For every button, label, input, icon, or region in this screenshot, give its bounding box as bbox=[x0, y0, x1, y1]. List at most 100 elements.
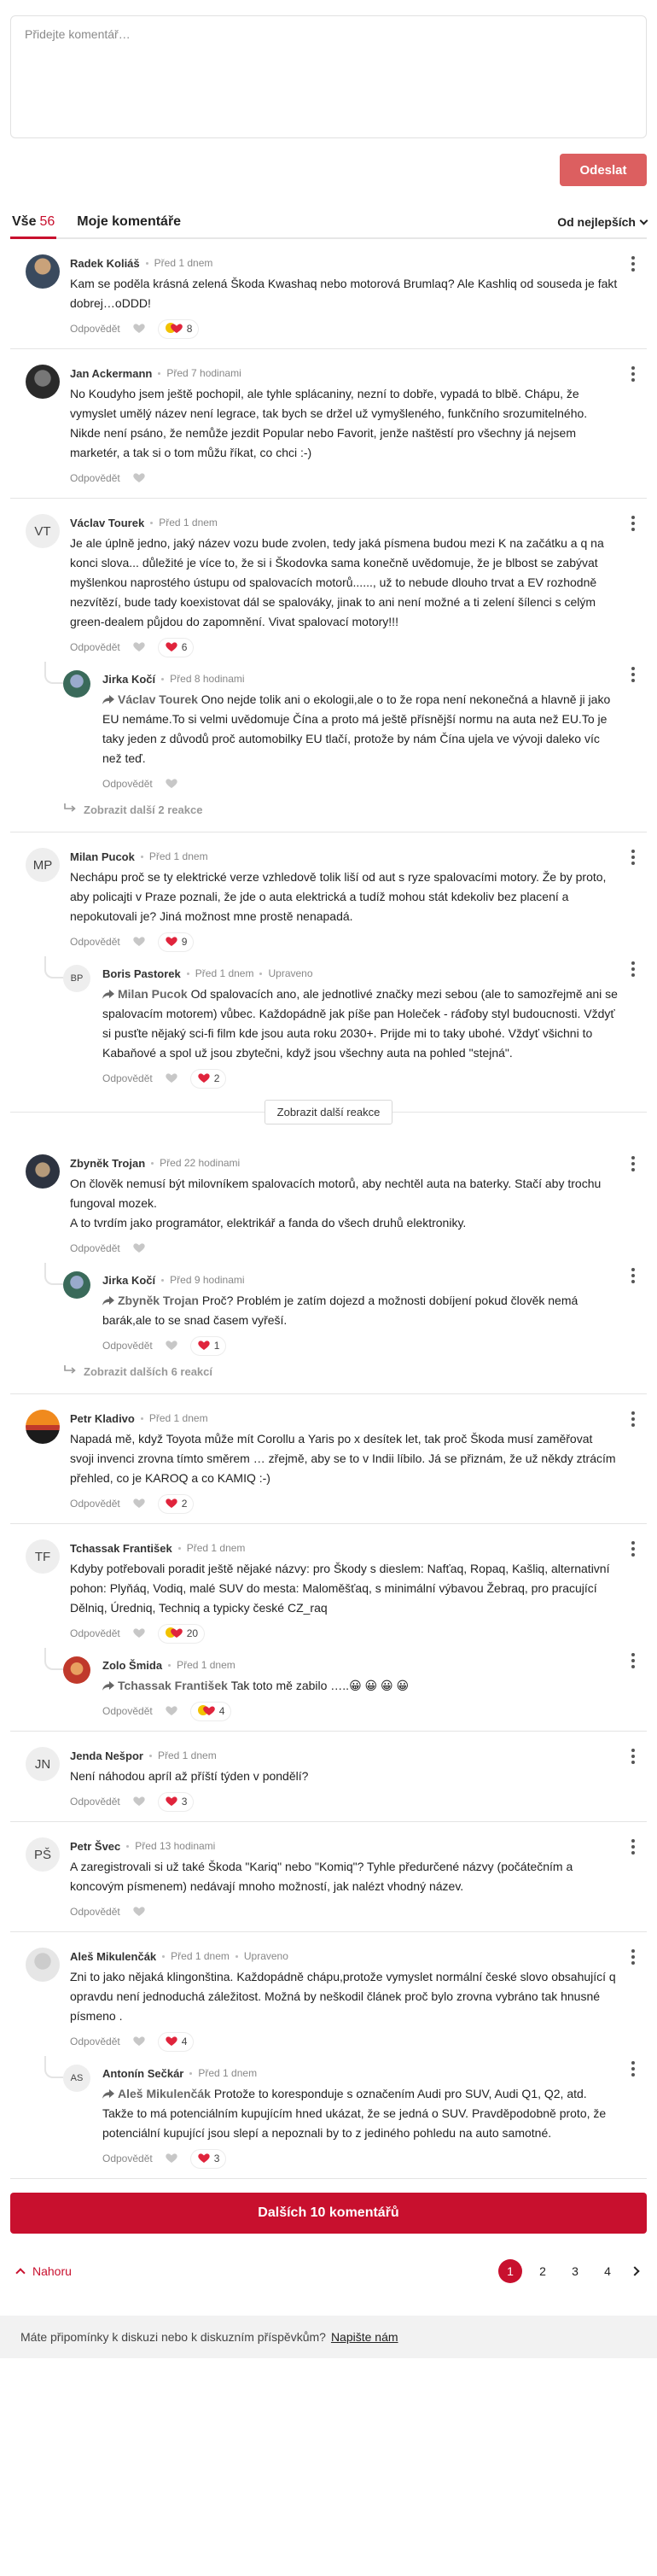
reply-link[interactable]: Odpovědět bbox=[70, 1906, 120, 1918]
avatar[interactable] bbox=[26, 365, 60, 399]
reply-link[interactable]: Odpovědět bbox=[102, 1072, 153, 1084]
reply-link[interactable]: Odpovědět bbox=[70, 641, 120, 653]
show-more-replies[interactable]: Zobrazit dalších 6 reakcí bbox=[63, 1365, 647, 1378]
reply-link[interactable]: Odpovědět bbox=[70, 472, 120, 484]
reaction-badge[interactable]: 20 bbox=[157, 1623, 206, 1644]
comment-composer[interactable] bbox=[10, 15, 647, 138]
more-options-icon[interactable] bbox=[631, 2061, 635, 2077]
reaction-badge[interactable]: 4 bbox=[157, 2031, 195, 2052]
reply-mention[interactable]: Zbyněk Trojan bbox=[102, 1294, 199, 1307]
like-icon[interactable] bbox=[165, 1071, 178, 1087]
reply-link[interactable]: Odpovědět bbox=[70, 323, 120, 335]
reaction-badge[interactable]: 8 bbox=[157, 318, 200, 339]
comment-author[interactable]: Jan Ackermann bbox=[70, 367, 152, 380]
comment-author[interactable]: Petr Švec bbox=[70, 1840, 120, 1853]
reply-mention[interactable]: Václav Tourek bbox=[102, 692, 198, 706]
comment-author[interactable]: Aleš Mikulenčák bbox=[70, 1950, 156, 1963]
avatar[interactable] bbox=[63, 1656, 90, 1684]
comment-author[interactable]: Antonín Sečkár bbox=[102, 2067, 183, 2080]
more-options-icon[interactable] bbox=[631, 961, 635, 977]
sort-dropdown[interactable]: Od nejlepších bbox=[557, 215, 648, 229]
comment-author[interactable]: Petr Kladivo bbox=[70, 1412, 135, 1425]
avatar[interactable] bbox=[63, 1271, 90, 1299]
submit-button[interactable]: Odeslat bbox=[560, 154, 647, 186]
tab-my-comments[interactable]: Moje komentáře bbox=[75, 206, 183, 238]
more-options-icon[interactable] bbox=[631, 1839, 635, 1855]
comment-author[interactable]: Milan Pucok bbox=[70, 850, 135, 863]
comment-author[interactable]: Tchassak František bbox=[70, 1542, 172, 1555]
reaction-badge[interactable]: 3 bbox=[189, 2148, 227, 2169]
comment-input[interactable] bbox=[25, 27, 632, 126]
like-icon[interactable] bbox=[132, 2034, 146, 2050]
avatar[interactable] bbox=[26, 1410, 60, 1444]
more-options-icon[interactable] bbox=[631, 1653, 635, 1668]
tab-all[interactable]: Vše 56 bbox=[10, 207, 57, 239]
reply-link[interactable]: Odpovědět bbox=[102, 2153, 153, 2164]
avatar[interactable]: MP bbox=[26, 848, 60, 882]
reply-mention[interactable]: Milan Pucok bbox=[102, 987, 188, 1001]
show-more-reactions-button[interactable]: Zobrazit další reakce bbox=[264, 1099, 393, 1124]
reply-mention[interactable]: Aleš Mikulenčák bbox=[102, 2087, 211, 2100]
comment-author[interactable]: Jirka Kočí bbox=[102, 1274, 155, 1287]
reply-link[interactable]: Odpovědět bbox=[70, 936, 120, 948]
reaction-badge[interactable]: 6 bbox=[157, 637, 195, 657]
avatar[interactable]: PŠ bbox=[26, 1837, 60, 1872]
comment-author[interactable]: Jenda Nešpor bbox=[70, 1749, 143, 1762]
like-icon[interactable] bbox=[165, 2151, 178, 2167]
avatar[interactable]: TF bbox=[26, 1539, 60, 1574]
load-more-comments-button[interactable]: Dalších 10 komentářů bbox=[10, 2193, 647, 2234]
comment-author[interactable]: Jirka Kočí bbox=[102, 673, 155, 686]
comment-author[interactable]: Václav Tourek bbox=[70, 517, 144, 529]
page-link[interactable]: 4 bbox=[596, 2259, 619, 2283]
reply-link[interactable]: Odpovědět bbox=[70, 1498, 120, 1510]
page-link[interactable]: 2 bbox=[531, 2259, 555, 2283]
page-link[interactable]: 1 bbox=[498, 2259, 522, 2283]
more-options-icon[interactable] bbox=[631, 516, 635, 531]
reaction-badge[interactable]: 9 bbox=[157, 932, 195, 952]
more-options-icon[interactable] bbox=[631, 1749, 635, 1764]
like-icon[interactable] bbox=[132, 470, 146, 487]
reaction-badge[interactable]: 3 bbox=[157, 1791, 195, 1812]
more-options-icon[interactable] bbox=[631, 850, 635, 865]
chevron-right-icon[interactable] bbox=[630, 2266, 640, 2276]
more-options-icon[interactable] bbox=[631, 1268, 635, 1283]
avatar[interactable]: BP bbox=[63, 965, 90, 992]
like-icon[interactable] bbox=[165, 1338, 178, 1354]
reaction-badge[interactable]: 2 bbox=[157, 1493, 195, 1514]
comment-author[interactable]: Zbyněk Trojan bbox=[70, 1157, 145, 1170]
reply-link[interactable]: Odpovědět bbox=[102, 778, 153, 790]
like-icon[interactable] bbox=[132, 1904, 146, 1920]
avatar[interactable] bbox=[26, 1154, 60, 1189]
like-icon[interactable] bbox=[132, 321, 146, 337]
more-options-icon[interactable] bbox=[631, 366, 635, 382]
avatar[interactable]: JN bbox=[26, 1747, 60, 1781]
reply-link[interactable]: Odpovědět bbox=[70, 1627, 120, 1639]
page-link[interactable]: 3 bbox=[563, 2259, 587, 2283]
like-icon[interactable] bbox=[132, 1241, 146, 1257]
reply-link[interactable]: Odpovědět bbox=[70, 1242, 120, 1254]
like-icon[interactable] bbox=[132, 934, 146, 950]
like-icon[interactable] bbox=[132, 640, 146, 656]
like-icon[interactable] bbox=[165, 1703, 178, 1720]
reply-link[interactable]: Odpovědět bbox=[102, 1705, 153, 1717]
avatar[interactable] bbox=[63, 670, 90, 698]
more-options-icon[interactable] bbox=[631, 1949, 635, 1965]
like-icon[interactable] bbox=[132, 1496, 146, 1512]
reply-link[interactable]: Odpovědět bbox=[102, 1340, 153, 1352]
avatar[interactable]: VT bbox=[26, 514, 60, 548]
like-icon[interactable] bbox=[132, 1794, 146, 1810]
more-options-icon[interactable] bbox=[631, 1156, 635, 1171]
reply-mention[interactable]: Tchassak František bbox=[102, 1679, 228, 1692]
more-options-icon[interactable] bbox=[631, 256, 635, 272]
more-options-icon[interactable] bbox=[631, 667, 635, 682]
like-icon[interactable] bbox=[132, 1626, 146, 1642]
comment-author[interactable]: Zolo Šmida bbox=[102, 1659, 162, 1672]
reaction-badge[interactable]: 4 bbox=[189, 1701, 232, 1721]
avatar[interactable]: AS bbox=[63, 2065, 90, 2092]
reply-link[interactable]: Odpovědět bbox=[70, 1796, 120, 1808]
avatar[interactable] bbox=[26, 1948, 60, 1982]
avatar[interactable] bbox=[26, 254, 60, 289]
back-to-top-link[interactable]: Nahoru bbox=[15, 2264, 72, 2278]
show-more-replies[interactable]: Zobrazit další 2 reakce bbox=[63, 803, 647, 816]
comment-author[interactable]: Radek Koliáš bbox=[70, 257, 140, 270]
